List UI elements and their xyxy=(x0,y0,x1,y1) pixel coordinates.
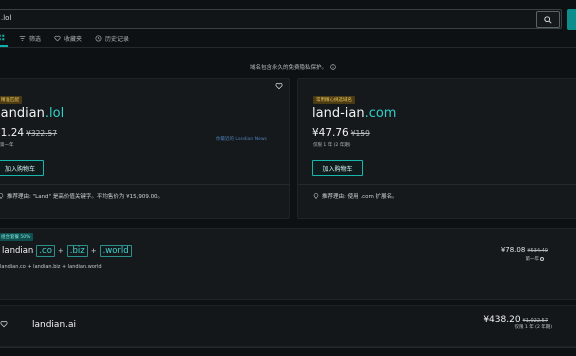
right-original-price: ¥159 xyxy=(350,129,370,138)
right-period-text: 仅限 1 年 (2 年期) xyxy=(313,143,351,148)
left-domain-label: landian xyxy=(0,106,45,121)
combo-name: landian xyxy=(2,246,34,256)
lightbulb-icon xyxy=(313,192,319,199)
filter-icon xyxy=(19,36,26,41)
domain-row-ai[interactable] xyxy=(0,305,576,347)
grid-icon xyxy=(0,34,5,41)
left-price-value: ¥1.24 xyxy=(0,127,25,139)
left-recommend-text: 推荐理由: "Land" 是高价值关键字。平均售价为 ¥15,909.00。 xyxy=(7,194,164,200)
left-domain-name: landian.lol xyxy=(0,106,64,121)
search-button[interactable] xyxy=(536,11,560,28)
tab-filter[interactable]: 筛选 xyxy=(19,34,41,43)
ai-period: 仅限 1 年 (2 年期) xyxy=(514,325,552,330)
combo-subtitle: landian.co + landian.biz + landian.world xyxy=(0,264,102,270)
combo-original-price: ¥534.40 xyxy=(527,248,548,254)
info-icon[interactable] xyxy=(330,64,336,70)
plus-icon: + xyxy=(57,247,64,255)
right-recommend-text: 推荐理由: 使用 .com 扩展名。 xyxy=(322,194,398,200)
left-domain-tld: .lol xyxy=(44,106,65,121)
plus-icon: + xyxy=(90,247,97,255)
ai-domain-name: landian.ai xyxy=(32,320,77,330)
left-price: ¥1.24¥322.57 xyxy=(0,127,57,139)
privacy-note: 域名包含永久的免费隐私保护。 xyxy=(250,63,336,71)
combo-title: landian .co + .biz + .world xyxy=(2,245,132,257)
add-to-cart-button-left[interactable]: 加入购物车 xyxy=(0,160,44,176)
left-original-price: ¥322.57 xyxy=(26,129,58,138)
privacy-note-text: 域名包含永久的免费隐私保护。 xyxy=(250,65,328,71)
info-icon[interactable] xyxy=(540,256,544,261)
exact-match-badge: 精准匹配 xyxy=(0,96,22,104)
combo-price: ¥78.08 ¥534.40 xyxy=(501,246,548,254)
combo-period: 第一年 xyxy=(525,256,544,262)
right-domain-name: land-ian.com xyxy=(312,106,396,121)
left-period-text: 第一年 xyxy=(0,143,14,148)
tab-favorites[interactable]: 收藏夹 xyxy=(54,34,82,43)
favorite-heart-icon[interactable] xyxy=(0,320,8,328)
left-period: 第一年 xyxy=(0,142,14,148)
right-domain-tld: .com xyxy=(364,106,397,121)
lightbulb-icon xyxy=(0,192,4,199)
row-divider xyxy=(0,347,576,348)
tab-grid[interactable] xyxy=(0,34,5,41)
right-price-value: ¥47.76 xyxy=(312,127,349,139)
landian-news-link[interactable]: 你最近的 Landian News xyxy=(216,136,267,142)
combo-price-value: ¥78.08 xyxy=(500,246,526,254)
tab-filter-label: 筛选 xyxy=(29,36,42,43)
combo-period-text: 第一年 xyxy=(525,257,540,262)
combo-chip-co: .co xyxy=(36,245,55,257)
favorite-heart-icon[interactable] xyxy=(275,82,283,90)
combo-chip-biz: .biz xyxy=(66,245,88,257)
search-input-value: .lol xyxy=(1,14,12,22)
card-divider xyxy=(297,184,576,185)
bundle-discount-badge: 组合套餐 50% xyxy=(0,233,34,241)
recommended-badge: 常用精心挑选域名 xyxy=(313,96,355,104)
combo-chip-world: .world xyxy=(99,245,132,257)
tab-favorites-label: 收藏夹 xyxy=(64,36,83,43)
heart-icon xyxy=(54,35,61,42)
history-icon xyxy=(95,35,102,42)
search-icon xyxy=(544,15,552,24)
tab-history-label: 历史记录 xyxy=(105,36,130,43)
right-recommend: 推荐理由: 使用 .com 扩展名。 xyxy=(313,192,398,200)
card-divider xyxy=(0,184,290,185)
right-domain-label: land-ian xyxy=(312,106,365,121)
search-submit-button[interactable] xyxy=(567,9,576,30)
tabs-divider xyxy=(0,47,576,48)
left-recommend: 推荐理由: "Land" 是高价值关键字。平均售价为 ¥15,909.00。 xyxy=(0,192,163,200)
right-period: 仅限 1 年 (2 年期) xyxy=(313,142,350,148)
right-price: ¥47.76 ¥159 xyxy=(312,127,370,139)
tab-history[interactable]: 历史记录 xyxy=(95,34,129,43)
add-to-cart-button-right[interactable]: 加入购物车 xyxy=(312,160,363,176)
search-input[interactable]: .lol xyxy=(0,9,562,29)
